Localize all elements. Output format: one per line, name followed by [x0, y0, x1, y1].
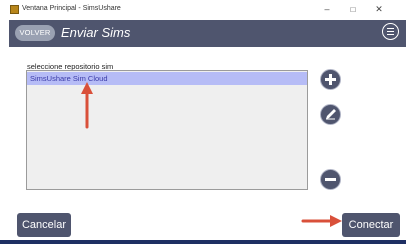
window-title: Ventana Principal - SimsUshare — [22, 5, 121, 12]
plus-icon — [329, 74, 332, 85]
window-close-button[interactable]: ✕ — [368, 2, 390, 17]
list-item-selected[interactable]: SimsUshare Sim Cloud — [27, 72, 307, 85]
menu-line-icon — [387, 34, 394, 36]
repository-list[interactable] — [26, 70, 308, 190]
back-button[interactable]: VOLVER — [15, 25, 55, 41]
annotation-arrow-up — [81, 82, 93, 129]
page-title: Enviar Sims — [61, 25, 131, 40]
window-bottom-edge — [0, 240, 406, 244]
window-minimize-button[interactable]: – — [316, 2, 338, 17]
window-maximize-button[interactable]: □ — [342, 2, 364, 17]
minus-icon — [325, 178, 336, 181]
cancel-button[interactable]: Cancelar — [17, 213, 71, 237]
annotation-arrow-right — [301, 215, 342, 227]
menu-line-icon — [387, 28, 394, 30]
connect-button[interactable]: Conectar — [342, 213, 400, 237]
app-logo-icon — [10, 5, 19, 14]
pencil-icon — [326, 109, 336, 120]
menu-line-icon — [387, 31, 394, 33]
